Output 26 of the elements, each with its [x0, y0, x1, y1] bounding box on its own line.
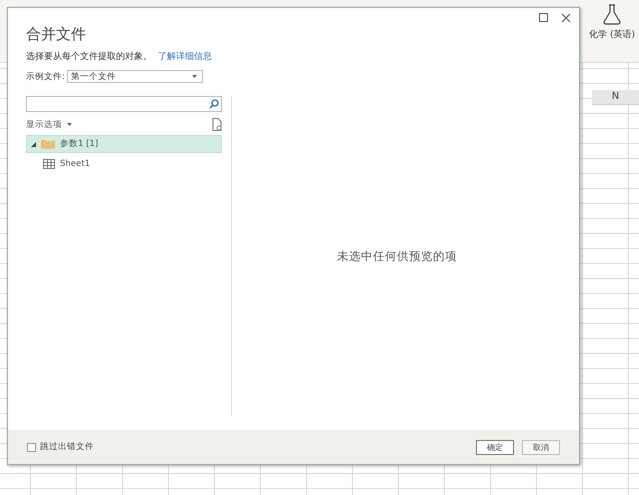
ribbon-button[interactable]: 化学 (英语)	[589, 3, 635, 41]
expand-arrow-icon	[31, 142, 36, 146]
refresh-document-icon[interactable]	[212, 118, 222, 131]
display-options-button[interactable]: 显示选项	[26, 118, 72, 130]
maximize-icon[interactable]	[539, 13, 549, 23]
sample-file-label: 示例文件:	[26, 70, 65, 82]
caret-icon	[67, 123, 72, 126]
folder-icon	[41, 139, 55, 149]
caret-icon	[192, 75, 197, 78]
search-icon	[209, 99, 219, 109]
instruction-text: 选择要从每个文件提取的对象。	[26, 50, 152, 63]
checkbox[interactable]	[27, 442, 36, 452]
column-header[interactable]: N	[592, 90, 639, 105]
close-icon[interactable]	[561, 13, 571, 23]
ok-button[interactable]: 确定	[476, 440, 514, 454]
search-field[interactable]	[26, 96, 222, 112]
sample-file-dropdown[interactable]: 第一个文件	[66, 70, 203, 83]
cancel-button[interactable]: 取消	[522, 440, 560, 454]
checkbox-label: 跳过出错文件	[40, 441, 94, 453]
dialog-title: 合并文件	[26, 25, 87, 44]
table-icon	[43, 159, 55, 169]
tree-item[interactable]: 参数1 [1]	[26, 135, 222, 153]
tree-item[interactable]: Sheet1	[26, 155, 222, 173]
learn-more-link[interactable]: 了解详细信息	[158, 50, 212, 63]
empty-preview-message: 未选中任何供预览的项	[337, 248, 457, 264]
flask-icon	[602, 3, 622, 25]
